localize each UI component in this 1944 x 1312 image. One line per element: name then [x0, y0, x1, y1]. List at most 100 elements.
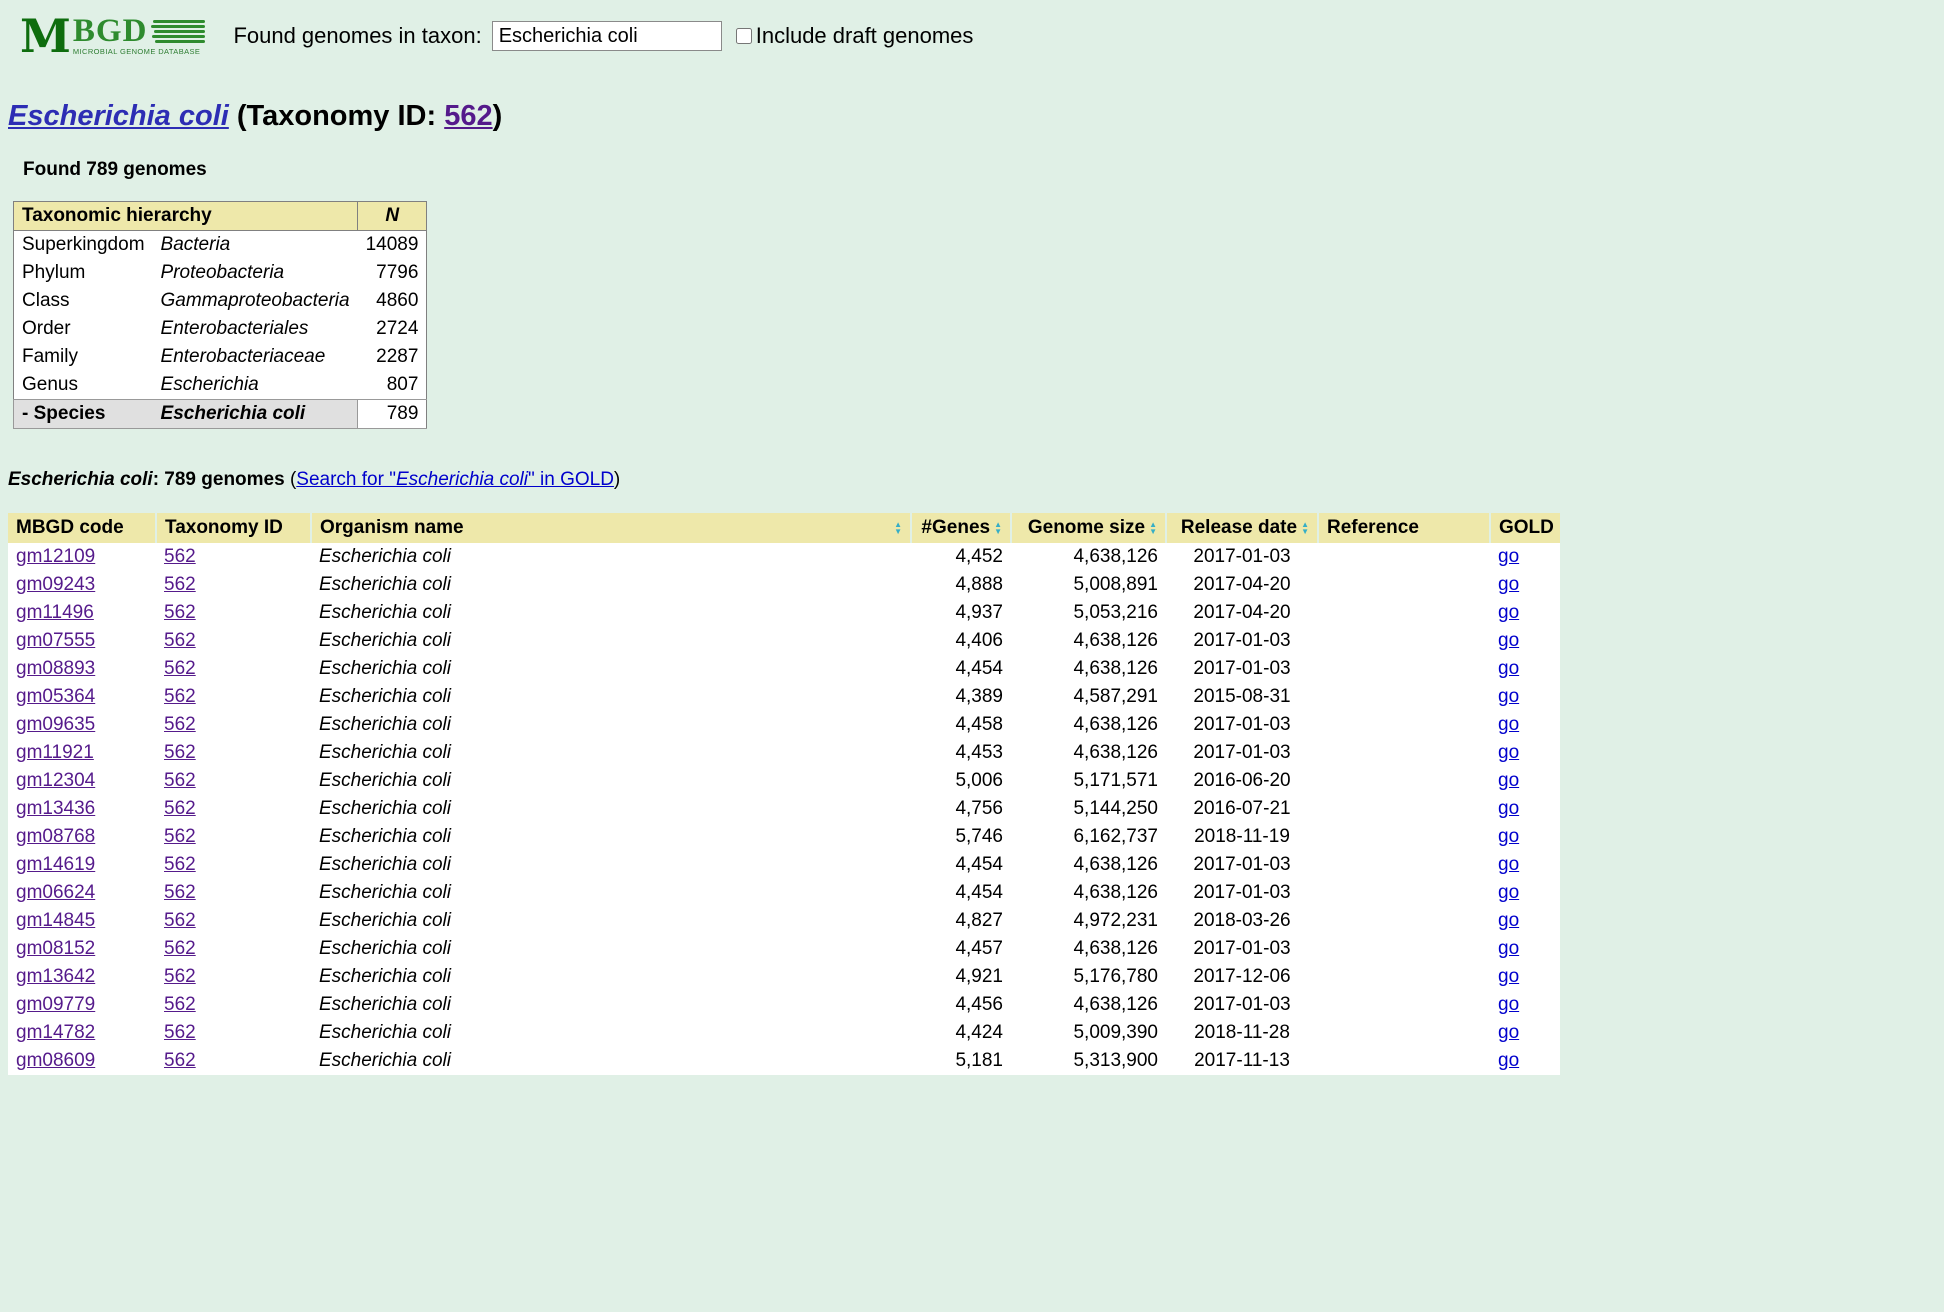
gold-go-link[interactable]: go	[1498, 1050, 1519, 1071]
taxonomy-id-link[interactable]: 562	[164, 826, 196, 847]
taxonomy-id-link[interactable]: 562	[164, 770, 196, 791]
gold-go-link[interactable]: go	[1498, 742, 1519, 763]
release-date-cell: 2015-08-31	[1166, 683, 1318, 711]
mbgd-code-link[interactable]: gm09779	[16, 994, 95, 1015]
taxonomy-id-link[interactable]: 562	[164, 994, 196, 1015]
mbgd-code-link[interactable]: gm14619	[16, 854, 95, 875]
mbgd-code-link[interactable]: gm12109	[16, 546, 95, 567]
gold-go-link[interactable]: go	[1498, 714, 1519, 735]
mbgd-code-link[interactable]: gm08152	[16, 938, 95, 959]
include-draft-checkbox[interactable]	[736, 28, 752, 44]
count-cell: 4860	[358, 287, 427, 315]
genome-size-cell: 4,638,126	[1011, 655, 1166, 683]
gold-go-link[interactable]: go	[1498, 826, 1519, 847]
organism-cell: Escherichia coli	[311, 963, 911, 991]
organism-cell: Escherichia coli	[311, 907, 911, 935]
gold-cell: go	[1490, 543, 1560, 571]
taxonomy-id-link[interactable]: 562	[164, 742, 196, 763]
mbgd-code-link[interactable]: gm09243	[16, 574, 95, 595]
hierarchy-row: FamilyEnterobacteriaceae2287	[14, 343, 427, 371]
mbgd-logo[interactable]: M BGD MICROBIAL GENOME DATABASE	[20, 16, 207, 56]
gold-cell: go	[1490, 683, 1560, 711]
gold-go-link[interactable]: go	[1498, 546, 1519, 567]
taxonomy-id-link[interactable]: 562	[164, 574, 196, 595]
organism-cell: Escherichia coli	[311, 879, 911, 907]
reference-cell	[1318, 711, 1490, 739]
mbgd-code-link[interactable]: gm13436	[16, 798, 95, 819]
genome-row: gm14619562Escherichia coli4,4544,638,126…	[8, 851, 1560, 879]
organism-cell: Escherichia coli	[311, 571, 911, 599]
logo-m-letter: M	[20, 16, 71, 56]
gold-go-link[interactable]: go	[1498, 1022, 1519, 1043]
mbgd-code-link[interactable]: gm07555	[16, 630, 95, 651]
genome-row: gm09635562Escherichia coli4,4584,638,126…	[8, 711, 1560, 739]
taxonomy-id-cell: 562	[156, 795, 311, 823]
gold-cell: go	[1490, 851, 1560, 879]
sort-icon-release-date[interactable]: ▲▼	[1301, 521, 1309, 535]
gold-cell: go	[1490, 1047, 1560, 1075]
genes-cell: 4,458	[911, 711, 1011, 739]
gold-go-link[interactable]: go	[1498, 882, 1519, 903]
gold-go-link[interactable]: go	[1498, 686, 1519, 707]
sort-icon-genome-size[interactable]: ▲▼	[1149, 521, 1157, 535]
mbgd-code-link[interactable]: gm13642	[16, 966, 95, 987]
gold-search-link[interactable]: Search for "Escherichia coli" in GOLD	[296, 469, 614, 490]
header-taxonomy-id: Taxonomy ID	[156, 513, 311, 543]
sort-icon-genes[interactable]: ▲▼	[994, 521, 1002, 535]
taxonomy-id-link[interactable]: 562	[164, 938, 196, 959]
gold-go-link[interactable]: go	[1498, 658, 1519, 679]
reference-cell	[1318, 571, 1490, 599]
taxonomy-id-link[interactable]: 562	[164, 602, 196, 623]
taxonomy-id-link[interactable]: 562	[164, 882, 196, 903]
taxonomy-id-link[interactable]: 562	[164, 658, 196, 679]
taxonomy-id-link[interactable]: 562	[164, 910, 196, 931]
mbgd-code-link[interactable]: gm06624	[16, 882, 95, 903]
mbgd-code-link[interactable]: gm08609	[16, 1050, 95, 1071]
organism-cell: Escherichia coli	[311, 1047, 911, 1075]
taxonomy-id-link[interactable]: 562	[444, 100, 492, 132]
taxonomy-id-link[interactable]: 562	[164, 854, 196, 875]
mbgd-code-link[interactable]: gm09635	[16, 714, 95, 735]
gold-cell: go	[1490, 655, 1560, 683]
release-date-cell: 2017-01-03	[1166, 655, 1318, 683]
gold-go-link[interactable]: go	[1498, 574, 1519, 595]
mbgd-code-link[interactable]: gm11921	[16, 742, 94, 763]
gold-go-link[interactable]: go	[1498, 966, 1519, 987]
gold-go-link[interactable]: go	[1498, 770, 1519, 791]
gold-go-link[interactable]: go	[1498, 630, 1519, 651]
taxonomy-id-link[interactable]: 562	[164, 714, 196, 735]
gold-go-link[interactable]: go	[1498, 994, 1519, 1015]
mbgd-code-link[interactable]: gm08893	[16, 658, 95, 679]
mbgd-code-link[interactable]: gm08768	[16, 826, 95, 847]
found-genomes-count: Found 789 genomes	[23, 159, 1944, 181]
genes-cell: 4,454	[911, 655, 1011, 683]
genome-size-cell: 5,008,891	[1011, 571, 1166, 599]
gold-go-link[interactable]: go	[1498, 798, 1519, 819]
mbgd-code-link[interactable]: gm11496	[16, 602, 94, 623]
taxonomy-id-link[interactable]: 562	[164, 1022, 196, 1043]
organism-cell: Escherichia coli	[311, 627, 911, 655]
taxon-search-input[interactable]	[492, 21, 722, 51]
gold-go-link[interactable]: go	[1498, 910, 1519, 931]
release-date-cell: 2017-01-03	[1166, 711, 1318, 739]
species-title-link[interactable]: Escherichia coli	[8, 100, 229, 132]
mbgd-code-link[interactable]: gm14782	[16, 1022, 95, 1043]
taxonomy-id-link[interactable]: 562	[164, 798, 196, 819]
mbgd-code-link[interactable]: gm05364	[16, 686, 95, 707]
taxonomy-id-link[interactable]: 562	[164, 1050, 196, 1071]
gold-go-link[interactable]: go	[1498, 938, 1519, 959]
taxonomy-id-cell: 562	[156, 1047, 311, 1075]
mbgd-code-cell: gm13642	[8, 963, 156, 991]
sort-icon-organism[interactable]: ▲▼	[894, 521, 902, 535]
organism-cell: Escherichia coli	[311, 599, 911, 627]
mbgd-code-link[interactable]: gm12304	[16, 770, 95, 791]
taxonomy-id-link[interactable]: 562	[164, 546, 196, 567]
gold-go-link[interactable]: go	[1498, 602, 1519, 623]
taxonomy-id-link[interactable]: 562	[164, 630, 196, 651]
genome-row: gm14782562Escherichia coli4,4245,009,390…	[8, 1019, 1560, 1047]
taxonomy-id-link[interactable]: 562	[164, 966, 196, 987]
taxonomy-id-link[interactable]: 562	[164, 686, 196, 707]
mbgd-code-link[interactable]: gm14845	[16, 910, 95, 931]
gold-go-link[interactable]: go	[1498, 854, 1519, 875]
mbgd-code-cell: gm08152	[8, 935, 156, 963]
